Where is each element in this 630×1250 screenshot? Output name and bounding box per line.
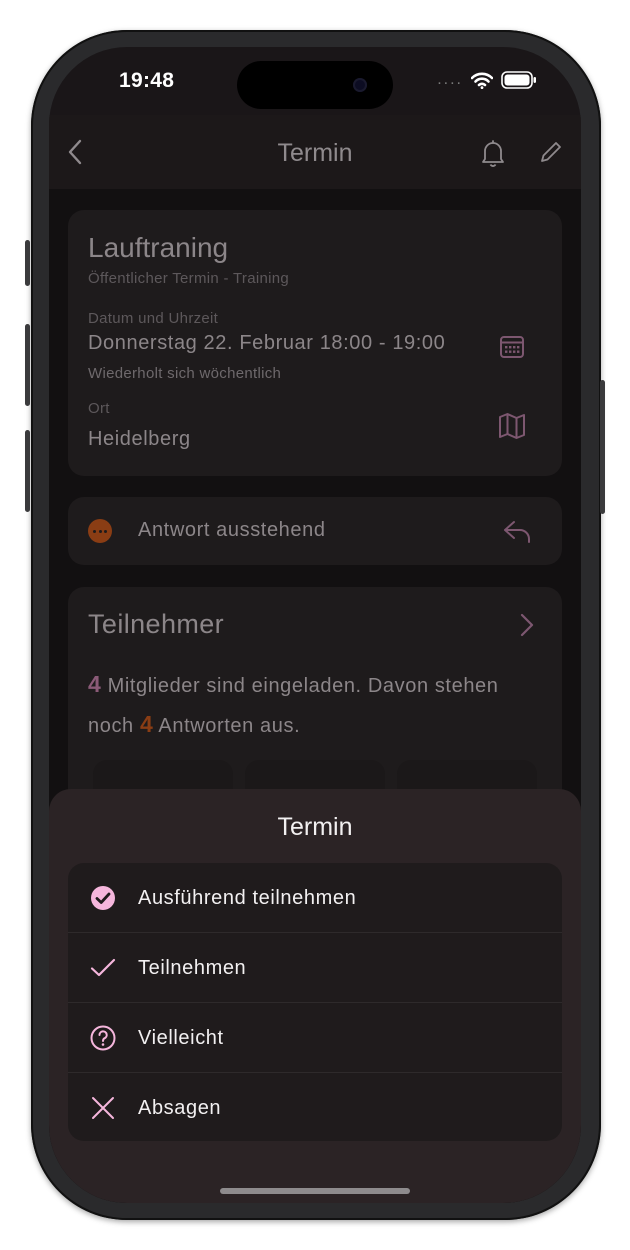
edit-icon[interactable] [539, 140, 563, 164]
chevron-right-icon[interactable] [520, 613, 534, 637]
volume-down-button [25, 430, 30, 512]
battery-icon [501, 71, 536, 89]
home-indicator[interactable] [220, 1188, 410, 1194]
question-circle-icon [90, 1025, 116, 1051]
participants-text-2: Antworten aus. [158, 715, 301, 737]
check-circle-icon [91, 886, 115, 910]
option-maybe[interactable]: Vielleicht [68, 1003, 562, 1072]
volume-up-button [25, 324, 30, 406]
dynamic-island [237, 61, 393, 109]
pending-icon [88, 519, 112, 543]
screen: 19:48 .... Termin Lauftraning Öffentlich… [49, 47, 581, 1203]
power-button [600, 380, 605, 514]
bell-icon[interactable] [480, 138, 506, 168]
option-participate[interactable]: Teilnehmen [68, 933, 562, 1002]
navigation-bar: Termin [49, 115, 581, 189]
close-icon [92, 1097, 114, 1119]
status-icons: .... [437, 71, 537, 89]
option-label: Vielleicht [138, 1027, 224, 1049]
datetime-value: Donnerstag 22. Februar 18:00 - 19:00 [88, 332, 446, 354]
option-decline[interactable]: Absagen [68, 1073, 562, 1141]
event-title: Lauftraning [88, 232, 229, 263]
participants-title: Teilnehmer [88, 609, 225, 639]
signal-dots: .... [437, 71, 463, 88]
recurrence-text: Wiederholt sich wöchentlich [88, 365, 282, 382]
location-value: Heidelberg [88, 428, 191, 450]
pending-count: 4 [139, 711, 154, 737]
action-button [25, 240, 30, 286]
calendar-icon[interactable] [499, 333, 525, 359]
response-status-card[interactable]: Antwort ausstehend [68, 497, 562, 565]
option-label: Absagen [138, 1097, 222, 1119]
check-icon [90, 958, 116, 977]
datetime-label: Datum und Uhrzeit [88, 310, 219, 327]
location-label: Ort [88, 400, 110, 417]
wifi-icon [471, 72, 493, 89]
invited-count: 4 [88, 671, 102, 697]
sheet-title: Termin [277, 813, 353, 841]
participants-summary: 4 Mitglieder sind eingeladen. Davon steh… [88, 665, 538, 745]
status-time: 19:48 [119, 69, 175, 92]
option-execute-participate[interactable]: Ausführend teilnehmen [68, 863, 562, 932]
option-label: Teilnehmen [138, 957, 247, 979]
map-icon[interactable] [498, 412, 526, 440]
option-label: Ausführend teilnehmen [138, 887, 357, 909]
options-list: Ausführend teilnehmen Teilnehmen Viellei… [68, 863, 562, 1141]
event-subtitle: Öffentlicher Termin - Training [88, 270, 290, 287]
action-sheet: Termin Ausführend teilnehmen Teilnehmen [49, 789, 581, 1203]
event-details-card: Lauftraning Öffentlicher Termin - Traini… [68, 210, 562, 476]
reply-icon[interactable] [503, 518, 531, 544]
front-camera [353, 78, 367, 92]
response-status-text: Antwort ausstehend [138, 519, 326, 541]
